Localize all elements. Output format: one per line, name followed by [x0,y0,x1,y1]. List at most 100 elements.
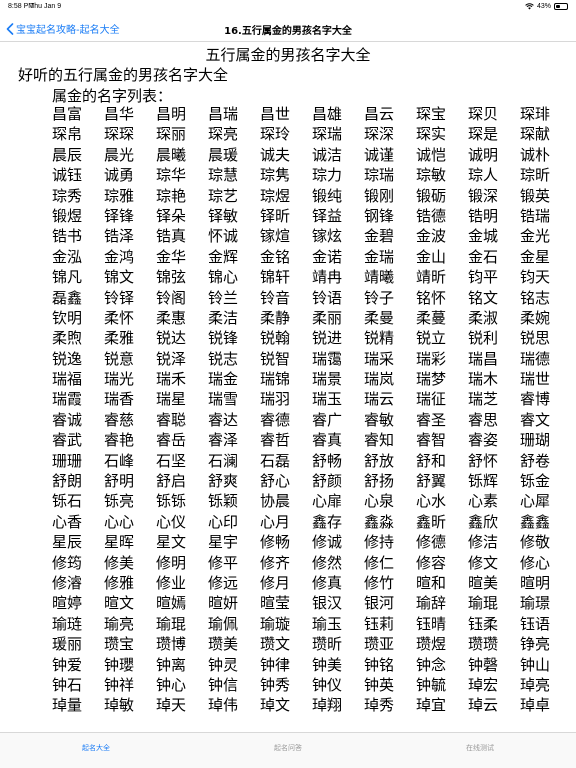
name-item: 瑞云 [364,390,395,409]
name-item: 铎敏 [208,206,239,225]
name-item: 钟铭 [364,655,395,674]
name-item: 琸伟 [208,696,239,715]
name-item: 瓒博 [156,635,187,654]
name-item: 瑞羽 [260,390,291,409]
name-item: 修竹 [364,573,395,592]
name-item: 琛琛 [104,125,135,144]
name-item: 铎锋 [104,206,135,225]
name-item: 柔洁 [208,308,239,327]
name-item: 琮华 [156,166,187,185]
name-item: 暄和 [416,573,447,592]
name-item: 锦轩 [260,268,291,287]
name-item: 昌华 [104,105,135,123]
name-item: 瓒瓒 [468,635,499,654]
name-item: 昌云 [364,105,395,123]
name-item: 诚恺 [416,145,447,164]
name-item: 琸翔 [312,696,343,715]
name-item: 锐进 [312,329,343,348]
name-item: 锐思 [520,329,551,348]
name-item: 铮亮 [520,635,551,654]
name-item: 瓒亚 [364,635,395,654]
name-item: 瓒美 [208,635,239,654]
name-item: 柔静 [260,308,291,327]
name-item: 铭怀 [416,288,447,307]
name-item: 昌瑞 [208,105,239,123]
name-item: 锆真 [156,227,187,246]
name-item: 晨辰 [52,145,83,164]
name-item: 琛是 [468,125,499,144]
name-item: 琛玲 [260,125,291,144]
back-button[interactable]: 宝宝起名攻略-起名大全 [6,21,120,36]
name-item: 钰莉 [364,614,395,633]
name-item: 石澜 [208,451,239,470]
name-item: 睿岳 [156,431,187,450]
tab-name-encyclopedia[interactable]: 起名大全 [0,733,192,768]
name-item: 瑞采 [364,349,395,368]
name-item: 晨光 [104,145,135,164]
name-item: 锆书 [52,227,83,246]
name-item: 钟瓔 [104,655,135,674]
name-item: 瑞禾 [156,370,187,389]
name-item: 钟毓 [416,675,447,694]
name-item: 睿慈 [104,410,135,429]
name-item: 修洁 [468,533,499,552]
chevron-left-icon [6,22,14,35]
name-item: 琮昕 [520,166,551,185]
name-item: 修月 [260,573,291,592]
name-item: 锆瑞 [520,206,551,225]
name-item: 琛亮 [208,125,239,144]
name-item: 琸宏 [468,675,499,694]
status-bar: 8:58 PM Thu Jan 9 43% [0,0,576,14]
name-item: 钟英 [364,675,395,694]
name-item: 瑞霞 [52,390,83,409]
name-item: 琮艺 [208,186,239,205]
name-item: 修远 [208,573,239,592]
name-item: 铄亮 [104,492,135,511]
name-item: 昌雄 [312,105,343,123]
name-item: 琮艳 [156,186,187,205]
name-item: 锐精 [364,329,395,348]
name-item: 协晨 [260,492,291,511]
name-item: 铄辉 [468,472,499,491]
article-content[interactable]: 五行属金的男孩名字大全 好听的五行属金的男孩名字大全 属金的名字列表： 昌富 昌华… [0,42,576,732]
name-item: 睿泽 [208,431,239,450]
name-item: 暄文 [104,594,135,613]
name-item: 睿敏 [364,410,395,429]
name-item: 心香 [52,512,83,531]
tab-name-qa[interactable]: 起名问答 [192,733,384,768]
name-item: 睿真 [312,431,343,450]
name-item: 瑞世 [520,370,551,389]
name-item: 心泉 [364,492,395,511]
name-item: 钟爱 [52,655,83,674]
name-item: 心印 [208,512,239,531]
name-item: 鑫存 [312,512,343,531]
name-item: 钟仪 [312,675,343,694]
name-item: 钟山 [520,655,551,674]
name-item: 修畅 [260,533,291,552]
name-item: 舒放 [364,451,395,470]
name-item: 修然 [312,553,343,572]
name-item: 瑞彩 [416,349,447,368]
tab-online-test[interactable]: 在线测试 [384,733,576,768]
name-item: 锻砺 [416,186,447,205]
name-item: 瑜琏 [52,614,83,633]
name-item: 瑞金 [208,370,239,389]
name-item: 瑞德 [520,349,551,368]
name-item: 金碧 [364,227,395,246]
name-item: 修德 [416,533,447,552]
name-item: 暄明 [520,573,551,592]
name-item: 石坚 [156,451,187,470]
name-item: 铄铄 [156,492,187,511]
name-item: 诚谨 [364,145,395,164]
name-item: 心素 [468,492,499,511]
back-button-label: 宝宝起名攻略-起名大全 [16,25,120,36]
name-item: 珊珊 [52,451,83,470]
name-item: 鑫昕 [416,512,447,531]
name-item: 瑜佩 [208,614,239,633]
name-item: 修业 [156,573,187,592]
name-item: 钟石 [52,675,83,694]
name-item: 琛实 [416,125,447,144]
name-item: 铎益 [312,206,343,225]
name-item: 瑜亮 [104,614,135,633]
name-item: 诚明 [468,145,499,164]
